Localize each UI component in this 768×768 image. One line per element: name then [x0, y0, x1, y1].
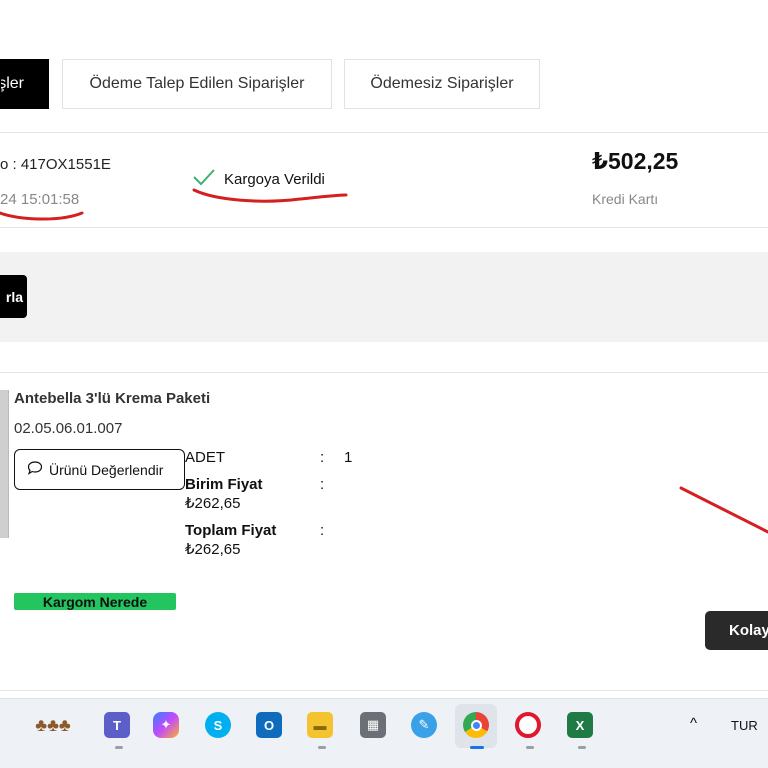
rate-product-label: Ürünü Değerlendir: [49, 461, 164, 478]
check-icon: [192, 168, 216, 190]
chevron-up-icon[interactable]: ^: [690, 715, 697, 732]
chrome-center: [470, 719, 482, 731]
order-status: Kargoya Verildi: [192, 168, 325, 190]
total-price-value: ₺262,65: [185, 541, 241, 558]
active-app-indicator: [470, 746, 484, 749]
order-number: o : 417OX1551E: [0, 156, 111, 173]
kolay-button[interactable]: Kolay: [705, 611, 768, 650]
app-running-indicator: [526, 746, 534, 749]
quantity-value: 1: [344, 449, 353, 466]
product-name: Antebella 3'lü Krema Paketi: [14, 390, 211, 407]
tab-payment-requested-orders[interactable]: Ödeme Talep Edilen Siparişler: [62, 59, 332, 109]
skype-icon[interactable]: S: [205, 712, 231, 738]
speech-bubble-icon: [27, 460, 43, 479]
rate-product-button[interactable]: Ürünü Değerlendir: [14, 449, 185, 490]
language-indicator[interactable]: TUR: [731, 718, 758, 733]
teams-icon[interactable]: T: [104, 712, 130, 738]
payment-method: Kredi Kartı: [592, 191, 659, 207]
unit-price-colon: :: [320, 476, 325, 493]
paint-icon[interactable]: ✎: [411, 712, 437, 738]
divider: [0, 132, 768, 133]
tab-label: Ödemesiz Siparişler: [370, 75, 514, 92]
order-action-button-label: rla: [5, 288, 23, 305]
chrome-icon[interactable]: [463, 712, 489, 738]
tab-orders-active[interactable]: şler: [0, 59, 49, 109]
app-running-indicator: [578, 746, 586, 749]
app-running-indicator: [318, 746, 326, 749]
tab-unpaid-orders[interactable]: Ödemesiz Siparişler: [344, 59, 540, 109]
copilot-icon[interactable]: ✦: [153, 712, 179, 738]
file-explorer-icon[interactable]: ▬: [307, 712, 333, 738]
orders-page: şler Ödeme Talep Edilen Siparişler Ödeme…: [0, 0, 768, 768]
outlook-icon[interactable]: O: [256, 712, 282, 738]
windows-taskbar: ♣♣♣ T ✦ S O ▬ ▦ ✎ X ^ TUR: [0, 698, 768, 768]
product-image: [0, 390, 9, 538]
total-price-label: Toplam Fiyat: [185, 522, 277, 539]
order-actions-band: [0, 252, 768, 342]
status-label: Kargoya Verildi: [224, 170, 325, 188]
order-total: ₺502,25: [592, 148, 679, 174]
tab-label: Ödeme Talep Edilen Siparişler: [89, 75, 305, 92]
opera-icon[interactable]: [515, 712, 541, 738]
plant-app-icon[interactable]: ♣♣♣: [28, 712, 78, 738]
order-date: 24 15:01:58: [0, 191, 80, 208]
divider: [0, 227, 768, 228]
track-shipment-button[interactable]: Kargom Nerede: [14, 593, 176, 610]
divider: [0, 372, 768, 373]
red-annotation-marks: [0, 188, 768, 534]
app-running-indicator: [115, 746, 123, 749]
product-code: 02.05.06.01.007: [14, 420, 123, 437]
divider: [0, 690, 768, 691]
excel-icon[interactable]: X: [567, 712, 593, 738]
order-action-button[interactable]: rla: [0, 275, 27, 318]
quantity-label: ADET: [185, 449, 226, 466]
unit-price-label: Birim Fiyat: [185, 476, 263, 493]
quantity-colon: :: [320, 449, 325, 466]
tab-label: şler: [0, 75, 24, 92]
total-price-colon: :: [320, 522, 325, 539]
unit-price-value: ₺262,65: [185, 495, 241, 512]
calculator-icon[interactable]: ▦: [360, 712, 386, 738]
